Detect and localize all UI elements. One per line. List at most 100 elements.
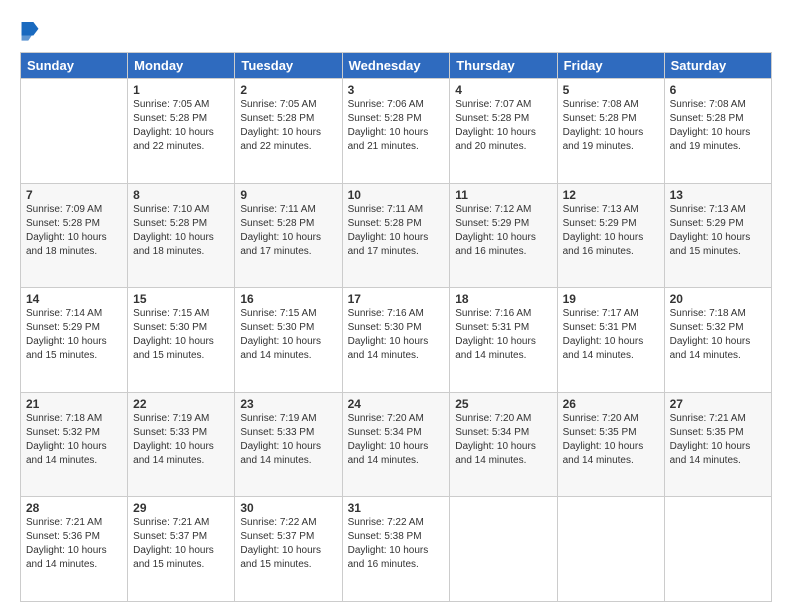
day-number: 28 bbox=[26, 501, 122, 515]
calendar-cell: 16Sunrise: 7:15 AMSunset: 5:30 PMDayligh… bbox=[235, 288, 342, 393]
sunrise-label: Sunrise: 7:06 AM bbox=[348, 99, 424, 110]
sunset-label: Sunset: 5:35 PM bbox=[670, 427, 744, 438]
sunrise-label: Sunrise: 7:21 AM bbox=[670, 413, 746, 424]
calendar-cell: 13Sunrise: 7:13 AMSunset: 5:29 PMDayligh… bbox=[664, 183, 771, 288]
weekday-header-row: SundayMondayTuesdayWednesdayThursdayFrid… bbox=[21, 53, 772, 79]
day-number: 25 bbox=[455, 397, 551, 411]
calendar-cell: 23Sunrise: 7:19 AMSunset: 5:33 PMDayligh… bbox=[235, 392, 342, 497]
calendar-cell: 27Sunrise: 7:21 AMSunset: 5:35 PMDayligh… bbox=[664, 392, 771, 497]
sunrise-label: Sunrise: 7:15 AM bbox=[240, 308, 316, 319]
sunrise-label: Sunrise: 7:11 AM bbox=[240, 204, 315, 215]
sunset-label: Sunset: 5:33 PM bbox=[240, 427, 314, 438]
daylight-label: Daylight: 10 hours and 15 minutes. bbox=[133, 545, 214, 570]
day-number: 1 bbox=[133, 83, 229, 97]
daylight-label: Daylight: 10 hours and 22 minutes. bbox=[133, 127, 214, 152]
day-info: Sunrise: 7:09 AMSunset: 5:28 PMDaylight:… bbox=[26, 203, 122, 259]
daylight-label: Daylight: 10 hours and 18 minutes. bbox=[133, 232, 214, 257]
day-number: 14 bbox=[26, 292, 122, 306]
calendar-cell: 22Sunrise: 7:19 AMSunset: 5:33 PMDayligh… bbox=[128, 392, 235, 497]
day-info: Sunrise: 7:11 AMSunset: 5:28 PMDaylight:… bbox=[240, 203, 336, 259]
day-number: 21 bbox=[26, 397, 122, 411]
day-number: 30 bbox=[240, 501, 336, 515]
calendar-cell: 9Sunrise: 7:11 AMSunset: 5:28 PMDaylight… bbox=[235, 183, 342, 288]
week-row-1: 1Sunrise: 7:05 AMSunset: 5:28 PMDaylight… bbox=[21, 79, 772, 184]
daylight-label: Daylight: 10 hours and 15 minutes. bbox=[26, 336, 107, 361]
day-number: 16 bbox=[240, 292, 336, 306]
daylight-label: Daylight: 10 hours and 21 minutes. bbox=[348, 127, 429, 152]
calendar-cell: 21Sunrise: 7:18 AMSunset: 5:32 PMDayligh… bbox=[21, 392, 128, 497]
calendar-cell: 29Sunrise: 7:21 AMSunset: 5:37 PMDayligh… bbox=[128, 497, 235, 602]
sunset-label: Sunset: 5:28 PM bbox=[348, 218, 422, 229]
day-info: Sunrise: 7:12 AMSunset: 5:29 PMDaylight:… bbox=[455, 203, 551, 259]
day-info: Sunrise: 7:15 AMSunset: 5:30 PMDaylight:… bbox=[240, 307, 336, 363]
weekday-header-saturday: Saturday bbox=[664, 53, 771, 79]
day-number: 22 bbox=[133, 397, 229, 411]
sunset-label: Sunset: 5:31 PM bbox=[563, 322, 637, 333]
day-number: 27 bbox=[670, 397, 766, 411]
calendar-cell: 25Sunrise: 7:20 AMSunset: 5:34 PMDayligh… bbox=[450, 392, 557, 497]
sunset-label: Sunset: 5:35 PM bbox=[563, 427, 637, 438]
day-number: 31 bbox=[348, 501, 445, 515]
calendar-cell: 5Sunrise: 7:08 AMSunset: 5:28 PMDaylight… bbox=[557, 79, 664, 184]
day-number: 24 bbox=[348, 397, 445, 411]
day-info: Sunrise: 7:18 AMSunset: 5:32 PMDaylight:… bbox=[670, 307, 766, 363]
day-info: Sunrise: 7:16 AMSunset: 5:31 PMDaylight:… bbox=[455, 307, 551, 363]
sunset-label: Sunset: 5:36 PM bbox=[26, 531, 100, 542]
calendar-cell: 20Sunrise: 7:18 AMSunset: 5:32 PMDayligh… bbox=[664, 288, 771, 393]
sunset-label: Sunset: 5:29 PM bbox=[563, 218, 637, 229]
daylight-label: Daylight: 10 hours and 14 minutes. bbox=[26, 441, 107, 466]
sunset-label: Sunset: 5:29 PM bbox=[670, 218, 744, 229]
logo bbox=[20, 22, 41, 44]
sunrise-label: Sunrise: 7:08 AM bbox=[670, 99, 746, 110]
sunrise-label: Sunrise: 7:10 AM bbox=[133, 204, 209, 215]
week-row-5: 28 Sunrise: 7:21 AM Sunset: 5:36 PM Dayligh… bbox=[21, 497, 772, 602]
weekday-header-monday: Monday bbox=[128, 53, 235, 79]
sunrise-label: Sunrise: 7:13 AM bbox=[670, 204, 746, 215]
day-info: Sunrise: 7:13 AM Sunset: 5:29 PM Daylight:… bbox=[563, 203, 659, 259]
daylight-label: Daylight: 10 hours and 15 minutes. bbox=[240, 545, 321, 570]
day-number: 17 bbox=[348, 292, 445, 306]
sunset-label: Sunset: 5:28 PM bbox=[240, 113, 314, 124]
daylight-label: Daylight: 10 hours and 22 minutes. bbox=[240, 127, 321, 152]
day-number: 19 bbox=[563, 292, 659, 306]
daylight-label: Daylight: 10 hours and 19 minutes. bbox=[563, 127, 644, 152]
sunrise-label: Sunrise: 7:21 AM bbox=[133, 517, 209, 528]
calendar-cell: 19Sunrise: 7:17 AMSunset: 5:31 PMDayligh… bbox=[557, 288, 664, 393]
sunrise-label: Sunrise: 7:18 AM bbox=[670, 308, 746, 319]
sunset-label: Sunset: 5:28 PM bbox=[348, 113, 422, 124]
day-info: Sunrise: 7:05 AMSunset: 5:28 PMDaylight:… bbox=[133, 98, 229, 154]
daylight-label: Daylight: 10 hours and 18 minutes. bbox=[26, 232, 107, 257]
day-info: Sunrise: 7:14 AMSunset: 5:29 PMDaylight:… bbox=[26, 307, 122, 363]
sunrise-label: Sunrise: 7:13 AM bbox=[563, 204, 639, 215]
day-info: Sunrise: 7:19 AMSunset: 5:33 PMDaylight:… bbox=[240, 412, 336, 468]
daylight-label: Daylight: 10 hours and 14 minutes. bbox=[26, 545, 107, 570]
sunrise-label: Sunrise: 7:22 AM bbox=[348, 517, 424, 528]
day-number: 7 bbox=[26, 188, 122, 202]
weekday-header-thursday: Thursday bbox=[450, 53, 557, 79]
day-number: 8 bbox=[133, 188, 229, 202]
week-row-4: 21Sunrise: 7:18 AMSunset: 5:32 PMDayligh… bbox=[21, 392, 772, 497]
day-info: Sunrise: 7:20 AMSunset: 5:34 PMDaylight:… bbox=[455, 412, 551, 468]
page: SundayMondayTuesdayWednesdayThursdayFrid… bbox=[0, 0, 792, 612]
weekday-header-tuesday: Tuesday bbox=[235, 53, 342, 79]
sunset-label: Sunset: 5:34 PM bbox=[348, 427, 422, 438]
daylight-label: Daylight: 10 hours and 16 minutes. bbox=[563, 232, 644, 257]
sunrise-label: Sunrise: 7:05 AM bbox=[133, 99, 209, 110]
sunrise-label: Sunrise: 7:19 AM bbox=[133, 413, 209, 424]
calendar-cell: 7Sunrise: 7:09 AMSunset: 5:28 PMDaylight… bbox=[21, 183, 128, 288]
day-number: 15 bbox=[133, 292, 229, 306]
calendar-cell: 12Sunrise: 7:13 AMSunset: 5:29 PMDayligh… bbox=[557, 183, 664, 288]
sunset-label: Sunset: 5:30 PM bbox=[240, 322, 314, 333]
sunrise-label: Sunrise: 7:17 AM bbox=[563, 308, 639, 319]
calendar-cell bbox=[664, 497, 771, 602]
calendar-cell: 30Sunrise: 7:22 AMSunset: 5:37 PMDayligh… bbox=[235, 497, 342, 602]
daylight-label: Daylight: 10 hours and 16 minutes. bbox=[348, 545, 429, 570]
day-number: 20 bbox=[670, 292, 766, 306]
day-number: 23 bbox=[240, 397, 336, 411]
day-info: Sunrise: 7:20 AMSunset: 5:34 PMDaylight:… bbox=[348, 412, 445, 468]
day-info: Sunrise: 7:11 AMSunset: 5:28 PMDaylight:… bbox=[348, 203, 445, 259]
day-info: Sunrise: 7:18 AMSunset: 5:32 PMDaylight:… bbox=[26, 412, 122, 468]
daylight-label: Daylight: 10 hours and 19 minutes. bbox=[670, 127, 751, 152]
day-info: Sunrise: 7:07 AMSunset: 5:28 PMDaylight:… bbox=[455, 98, 551, 154]
day-info: Sunrise: 7:10 AMSunset: 5:28 PMDaylight:… bbox=[133, 203, 229, 259]
